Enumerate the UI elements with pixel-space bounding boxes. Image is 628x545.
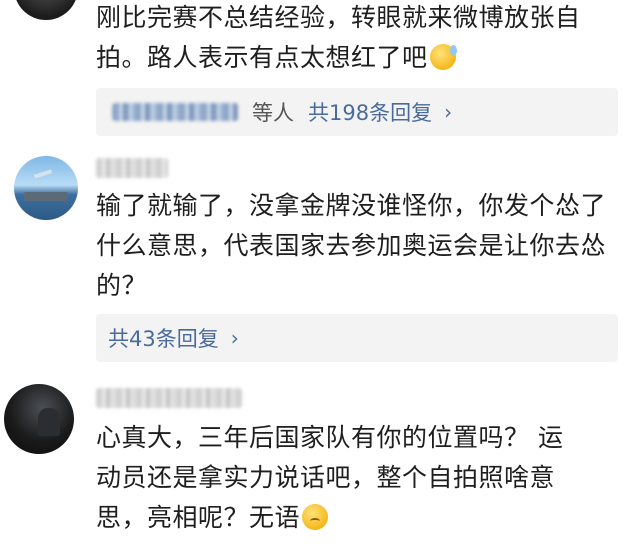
blurred-username[interactable] [96, 388, 242, 408]
chevron-right-icon: › [230, 326, 239, 350]
frowning-emoji-icon [302, 504, 329, 530]
comment-text-line: 输了就输了，没拿金牌没谁怪你，你发个怂了 [96, 191, 607, 220]
comment-text: 心真大，三年后国家队有你的位置吗？ 运 动员还是拿实力说话吧，整个自拍照啥意 思… [96, 418, 563, 538]
grinning-sweat-emoji-icon [429, 44, 457, 70]
replies-bar[interactable]: 共43条回复 › [96, 314, 618, 362]
plane-icon [33, 169, 53, 179]
avatar[interactable] [4, 384, 74, 454]
comment-text: 刚比完赛不总结经验，转眼就来微博放张自 拍。路人表示有点太想红了吧 [96, 0, 581, 78]
replies-count-link[interactable]: 共198条回复 [308, 97, 432, 127]
comment-text: 输了就输了，没拿金牌没谁怪你，你发个怂了 什么意思，代表国家去参加奥运会是让你去… [96, 186, 606, 306]
replies-bar[interactable]: 等人 共198条回复 › [96, 88, 618, 136]
avatar[interactable] [14, 0, 78, 20]
chevron-right-icon: › [444, 100, 453, 124]
replies-count-link[interactable]: 共43条回复 [108, 323, 219, 353]
replies-suffix: 等人 [252, 101, 294, 125]
comment-2: 输了就输了，没拿金牌没谁怪你，你发个怂了 什么意思，代表国家去参加奥运会是让你去… [0, 150, 628, 365]
comment-text-line: 的？ [96, 271, 148, 300]
silhouette-icon [38, 408, 60, 436]
comment-3: 心真大，三年后国家队有你的位置吗？ 运 动员还是拿实力说话吧，整个自拍照啥意 思… [0, 380, 628, 545]
comment-text-line: 思，亮相呢？无语 [96, 503, 301, 532]
comment-text-line: 刚比完赛不总结经验，转眼就来微博放张自 [96, 3, 581, 32]
blurred-usernames [112, 103, 238, 121]
avatar[interactable] [14, 156, 78, 220]
comment-text-line: 心真大，三年后国家队有你的位置吗？ 运 [96, 423, 564, 452]
comment-1: 刚比完赛不总结经验，转眼就来微博放张自 拍。路人表示有点太想红了吧 等人 共19… [0, 0, 628, 150]
comment-text-line: 动员还是拿实力说话吧，整个自拍照啥意 [96, 463, 556, 492]
ship-icon [24, 192, 68, 201]
comment-text-line: 拍。路人表示有点太想红了吧 [96, 43, 428, 72]
blurred-username[interactable] [96, 158, 168, 178]
comment-text-line: 什么意思，代表国家去参加奥运会是让你去怂 [96, 231, 607, 260]
